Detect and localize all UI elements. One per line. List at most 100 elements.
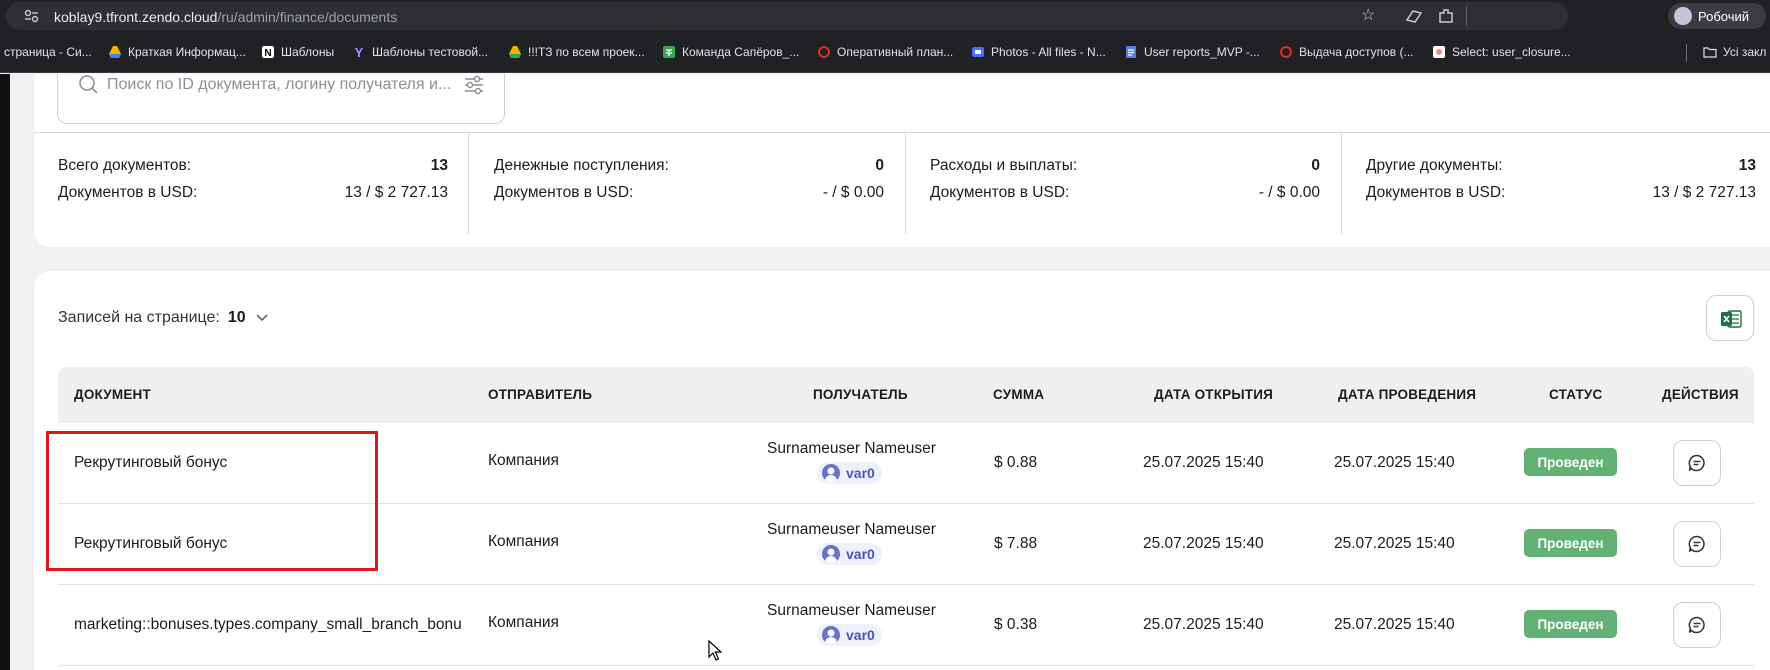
stat-value: - / $ 0.00	[822, 184, 884, 201]
sender-name: Компания	[488, 452, 559, 469]
bookmark-label: Photos - All files - N...	[991, 45, 1106, 59]
posted-date: 25.07.2025 15:40	[1334, 535, 1455, 552]
stat-label: Всего документов:	[58, 157, 192, 174]
profile-avatar	[1674, 7, 1692, 25]
column-header-opened-date[interactable]: ДАТА ОТКРЫТИЯ	[1154, 387, 1273, 402]
bookmark-item[interactable]: страница - Си...	[4, 45, 92, 59]
stat-value: 0	[1311, 157, 1320, 174]
url-path: /ru/admin/finance/documents	[217, 9, 398, 25]
url-text[interactable]: koblay9.tfront.zendo.cloud/ru/admin/fina…	[54, 9, 397, 25]
bookmark-label: User reports_MVP -...	[1144, 45, 1260, 59]
site-settings-icon[interactable]	[24, 9, 39, 23]
folder-photos-icon	[972, 47, 984, 57]
sender-name: Компания	[488, 533, 559, 550]
browser-toolbar: koblay9.tfront.zendo.cloud/ru/admin/fina…	[0, 0, 1770, 33]
export-excel-button[interactable]	[1706, 295, 1754, 341]
comment-button[interactable]	[1673, 602, 1721, 648]
filter-sliders-icon[interactable]	[463, 74, 485, 96]
recipient-login: var0	[846, 546, 875, 562]
stat-expenses: Расходы и выплаты: 0 Документов в USD: - /…	[930, 150, 1320, 240]
address-bar[interactable]: koblay9.tfront.zendo.cloud/ru/admin/fina…	[6, 2, 1568, 30]
bookmark-label: Шаблоны тестовой...	[372, 45, 489, 59]
profile-button[interactable]: Робочий	[1668, 3, 1766, 29]
bookmark-item[interactable]: Выдача доступов (...	[1279, 45, 1414, 59]
stat-label: Документов в USD:	[494, 184, 634, 201]
recipient-login-chip[interactable]: var0	[817, 462, 882, 484]
per-page-selector[interactable]: Записей на странице: 10	[58, 309, 268, 327]
url-host: koblay9.tfront.zendo.cloud	[54, 9, 218, 25]
user-avatar-icon	[822, 626, 840, 644]
table-row[interactable]: Рекрутинговый бонус Компания Surnameuser…	[58, 423, 1754, 504]
notion-icon: N	[262, 46, 274, 59]
stat-value: 13	[1738, 157, 1756, 174]
comment-button[interactable]	[1673, 521, 1721, 567]
chevron-down-icon[interactable]	[256, 314, 268, 322]
bookmark-label: страница - Си...	[4, 45, 92, 59]
bookmark-item[interactable]: Photos - All files - N...	[971, 45, 1106, 59]
per-page-label: Записей на странице:	[58, 309, 220, 326]
stat-total-documents: Всего документов: 13 Документов в USD: 13 …	[58, 150, 448, 240]
bookmark-item[interactable]: Краткая Информац...	[108, 45, 246, 59]
extensions-puzzle-icon[interactable]	[1437, 7, 1455, 25]
stat-value: - / $ 0.00	[1258, 184, 1320, 201]
comment-button[interactable]	[1673, 440, 1721, 486]
folder-icon	[1703, 47, 1717, 58]
yandex-icon: Y	[355, 45, 364, 59]
mouse-cursor-icon	[708, 640, 722, 661]
google-drive-icon	[109, 46, 121, 58]
column-header-amount[interactable]: СУММА	[993, 387, 1044, 402]
extension-app-icon[interactable]	[1405, 8, 1423, 24]
bookmark-item[interactable]: N Шаблоны	[261, 45, 334, 59]
document-name[interactable]: Рекрутинговый бонус	[74, 535, 227, 553]
bookmarks-bar: страница - Си... Краткая Информац... N Ша…	[0, 33, 1770, 73]
stat-divider	[1341, 133, 1342, 234]
svg-text:Y: Y	[355, 45, 364, 59]
recipient-name: Surnameuser Nameuser	[767, 521, 936, 538]
stat-label: Документов в USD:	[930, 184, 1070, 201]
toolbar-divider	[1466, 6, 1467, 26]
stat-value: 13 / $ 2 727.13	[344, 184, 448, 201]
stat-incoming: Денежные поступления: 0 Документов в USD:…	[494, 150, 884, 240]
bookmark-item[interactable]: Y Шаблоны тестовой...	[352, 45, 488, 59]
google-drive-icon	[509, 46, 521, 58]
user-avatar-icon	[822, 545, 840, 563]
search-icon	[79, 75, 98, 94]
column-header-posted-date[interactable]: ДАТА ПРОВЕДЕНИЯ	[1338, 387, 1476, 402]
comment-icon	[1688, 616, 1705, 634]
stat-divider	[905, 133, 906, 234]
bookmark-item[interactable]: Команда Сапёров_...	[662, 45, 799, 59]
all-bookmarks-folder[interactable]: Усі закл	[1703, 45, 1766, 59]
bookmarks-divider	[1686, 44, 1687, 62]
column-header-document[interactable]: ДОКУМЕНТ	[74, 387, 151, 402]
summary-divider	[34, 132, 1770, 133]
per-page-value[interactable]: 10	[228, 309, 246, 327]
bookmark-label: Команда Сапёров_...	[682, 45, 800, 59]
bookmark-label: Select: user_closure...	[1452, 45, 1571, 59]
table-row[interactable]: marketing::bonuses.types.company_small_b…	[58, 585, 1754, 666]
bookmark-item[interactable]: Оперативный план...	[817, 45, 953, 59]
column-header-recipient[interactable]: ПОЛУЧАТЕЛЬ	[813, 387, 908, 402]
document-name[interactable]: marketing::bonuses.types.company_small_b…	[74, 616, 472, 634]
column-header-sender[interactable]: ОТПРАВИТЕЛЬ	[488, 387, 592, 402]
search-box[interactable]: Поиск по ID документа, логину получателя…	[57, 74, 505, 124]
red-ring-icon	[818, 46, 830, 58]
bookmark-item[interactable]: !!!ТЗ по всем проек...	[508, 45, 645, 59]
document-name[interactable]: Рекрутинговый бонус	[74, 454, 227, 472]
table-row[interactable]: Рекрутинговый бонус Компания Surnameuser…	[58, 504, 1754, 585]
column-header-actions: ДЕЙСТВИЯ	[1662, 387, 1739, 402]
bookmark-star-icon[interactable]: ☆	[1361, 7, 1375, 25]
posted-date: 25.07.2025 15:40	[1334, 616, 1455, 633]
database-tool-icon	[1433, 46, 1445, 58]
stat-value: 13	[430, 157, 448, 174]
column-header-status[interactable]: СТАТУС	[1549, 387, 1602, 402]
recipient-login-chip[interactable]: var0	[817, 543, 882, 565]
comment-icon	[1688, 535, 1705, 553]
bookmark-item[interactable]: Select: user_closure...	[1432, 45, 1571, 59]
sender-name: Компания	[488, 614, 559, 631]
bookmark-item[interactable]: User reports_MVP -...	[1124, 45, 1260, 59]
posted-date: 25.07.2025 15:40	[1334, 454, 1455, 471]
recipient-name: Surnameuser Nameuser	[767, 602, 936, 619]
recipient-login-chip[interactable]: var0	[817, 624, 882, 646]
comment-icon	[1688, 454, 1705, 472]
search-input[interactable]: Поиск по ID документа, логину получателя…	[107, 76, 451, 94]
